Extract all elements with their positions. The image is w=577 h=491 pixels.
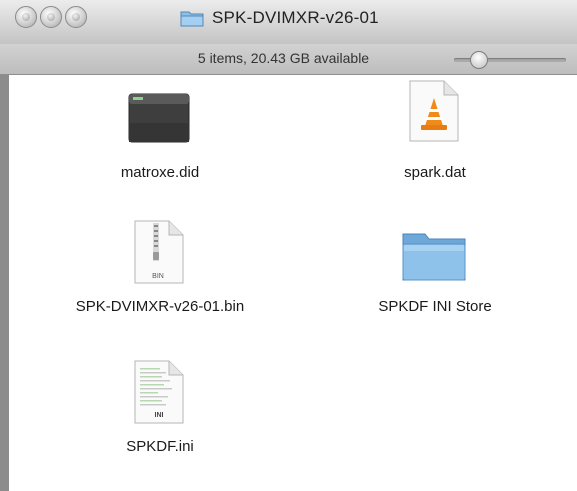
file-item-spark[interactable]: spark.dat xyxy=(305,78,565,198)
file-name: spark.dat xyxy=(404,164,466,181)
minimize-button[interactable] xyxy=(40,6,62,28)
folder-icon xyxy=(402,233,466,281)
vlc-document-icon xyxy=(409,80,459,142)
folder-name: SPKDF INI Store xyxy=(378,298,492,315)
window-title: SPK-DVIMXR-v26-01 xyxy=(212,8,379,27)
file-item-spkdf-ini[interactable]: INI SPKDF.ini xyxy=(30,360,290,460)
icon-size-slider-knob[interactable] xyxy=(470,51,488,69)
file-name: SPK-DVIMXR-v26-01.bin xyxy=(75,298,245,315)
file-type-badge: BIN xyxy=(152,273,164,280)
title-bar[interactable]: SPK-DVIMXR-v26-01 xyxy=(0,0,577,44)
unix-executable-icon xyxy=(128,93,190,143)
window-left-edge xyxy=(0,75,9,491)
file-item-bin[interactable]: BIN SPK-DVIMXR-v26-01.bin xyxy=(30,220,290,320)
file-item-matroxe[interactable]: matroxe.did xyxy=(30,88,290,198)
finder-window: SPK-DVIMXR-v26-01 5 items, 20.43 GB avai… xyxy=(0,0,577,491)
zip-bin-document-icon: BIN xyxy=(134,220,184,284)
file-name: SPKDF.ini xyxy=(126,438,194,455)
ini-document-icon: INI xyxy=(134,360,184,424)
status-text: 5 items, 20.43 GB available xyxy=(197,50,370,66)
file-name: matroxe.did xyxy=(120,164,200,181)
folder-item-spkdf-ini-store[interactable]: SPKDF INI Store xyxy=(305,225,565,325)
file-type-badge: INI xyxy=(155,412,164,419)
window-title-group: SPK-DVIMXR-v26-01 xyxy=(180,7,379,29)
close-button[interactable] xyxy=(15,6,37,28)
folder-icon xyxy=(180,11,204,27)
zoom-button[interactable] xyxy=(65,6,87,28)
